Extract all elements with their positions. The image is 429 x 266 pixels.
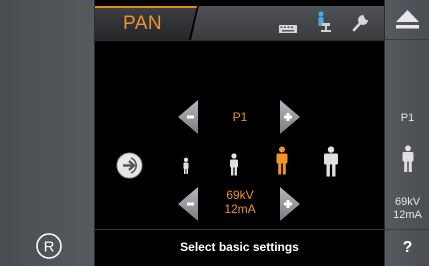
- patient-size-adult-medium-icon[interactable]: [275, 146, 289, 176]
- patient-chair-icon[interactable]: [315, 11, 333, 32]
- right-kv-value: 69kV: [394, 196, 421, 208]
- status-bar: Select basic settings: [95, 229, 384, 266]
- home-button[interactable]: [385, 0, 429, 40]
- exposure-next-button[interactable]: [280, 187, 300, 221]
- help-label: ?: [402, 239, 413, 256]
- program-next-button[interactable]: [280, 100, 300, 134]
- program-prev-button[interactable]: [178, 100, 198, 134]
- tools-bar: [191, 6, 384, 40]
- right-panel: P1 69kV 12mA ?: [384, 0, 429, 266]
- left-panel: R: [0, 0, 95, 266]
- wrench-icon[interactable]: [351, 11, 371, 32]
- top-divider: [95, 40, 384, 41]
- enter-arrow-icon: [116, 152, 143, 179]
- program-value: P1: [232, 110, 248, 124]
- right-ma-value: 12mA: [393, 209, 422, 221]
- mode-tab[interactable]: PAN: [95, 6, 197, 40]
- right-program-value: P1: [400, 112, 415, 124]
- help-button[interactable]: ?: [385, 229, 429, 266]
- exposure-prev-button[interactable]: [178, 187, 198, 221]
- login-arrow-button[interactable]: [116, 152, 143, 179]
- main-area: PAN P1 69kV 12mA Select basic settings: [95, 0, 384, 266]
- svg-text:R: R: [44, 239, 55, 256]
- exposure-ma-value: 12mA: [224, 202, 256, 216]
- ready-button[interactable]: R: [32, 229, 66, 263]
- top-bar: PAN: [95, 0, 384, 40]
- patient-size-small-child-icon[interactable]: [181, 157, 191, 175]
- patient-size-child-icon[interactable]: [228, 153, 240, 177]
- patient-size-adult-large-icon[interactable]: [323, 146, 339, 178]
- status-message: Select basic settings: [180, 240, 299, 254]
- ready-r-icon: R: [36, 233, 62, 259]
- home-eject-icon: [396, 10, 419, 29]
- keyboard-icon[interactable]: [279, 20, 297, 38]
- mode-label: PAN: [123, 13, 163, 34]
- right-patient-size-icon: [401, 145, 415, 173]
- exposure-kv-value: 69kV: [226, 188, 254, 202]
